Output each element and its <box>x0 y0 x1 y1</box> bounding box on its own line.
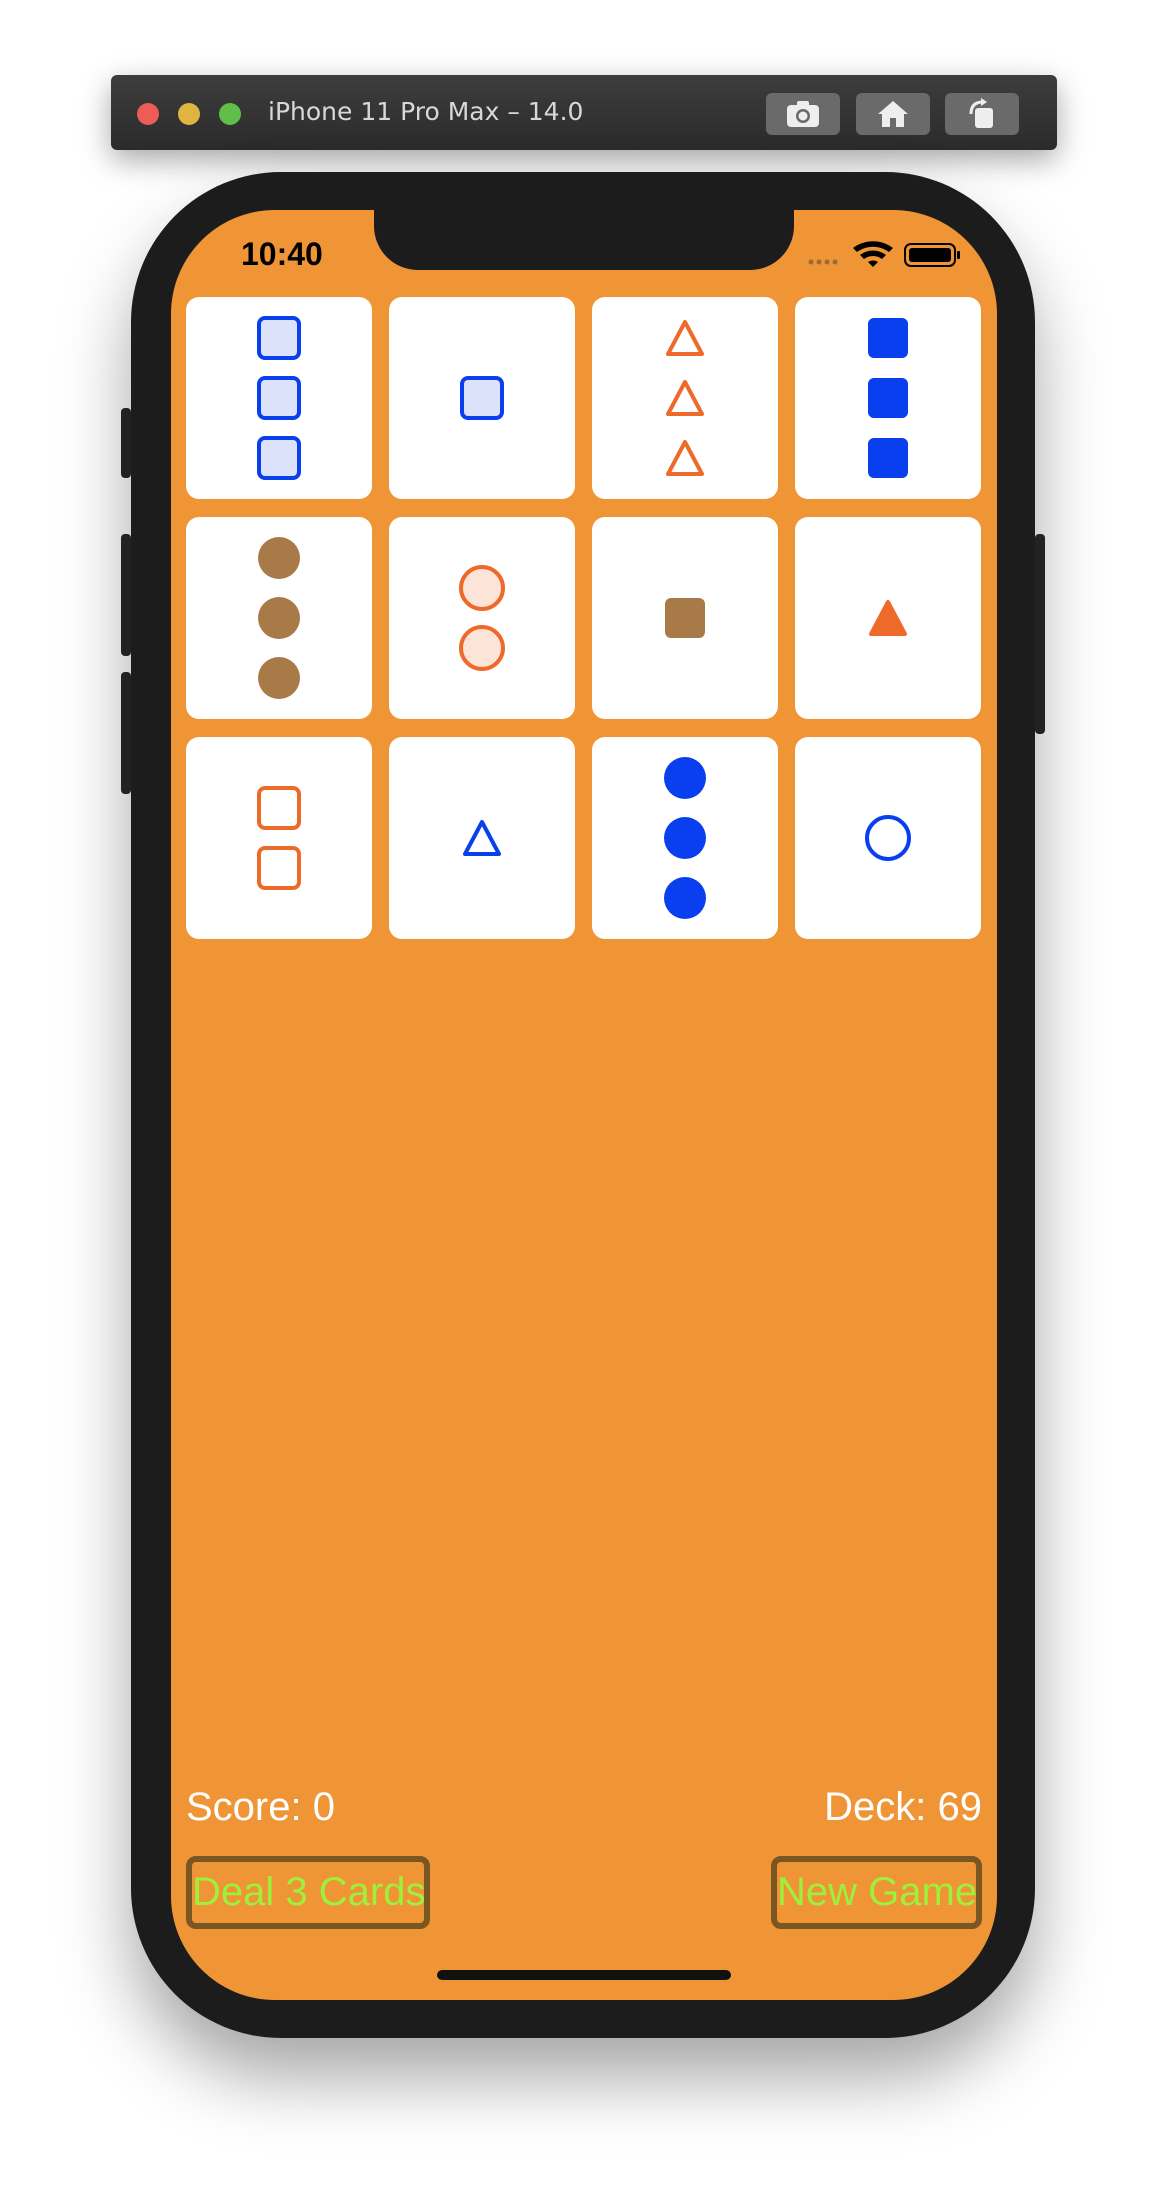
circle-symbol <box>459 625 505 671</box>
triangle-symbol <box>666 380 704 416</box>
status-icons <box>808 241 960 267</box>
triangle-symbol <box>463 820 501 856</box>
square-symbol-group <box>460 376 504 420</box>
silent-switch <box>121 408 131 478</box>
screenshot-button[interactable] <box>766 93 840 135</box>
app-screen: 10:40 Score: 0 Deck: 69 Deal 3 Cards New… <box>171 210 997 2000</box>
circle-symbol <box>258 597 300 639</box>
square-symbol <box>257 376 301 420</box>
home-icon <box>878 101 908 127</box>
set-card[interactable] <box>795 517 981 719</box>
volume-up-button <box>121 534 131 656</box>
set-card[interactable] <box>592 297 778 499</box>
circle-symbol <box>258 657 300 699</box>
circle-symbol <box>664 757 706 799</box>
square-symbol <box>257 316 301 360</box>
square-symbol-group <box>257 786 301 890</box>
square-symbol <box>868 438 908 478</box>
deal-3-cards-button[interactable]: Deal 3 Cards <box>186 1856 430 1929</box>
square-symbol-group <box>257 316 301 480</box>
circle-symbol-group <box>664 757 706 919</box>
circle-symbol <box>459 565 505 611</box>
battery-icon <box>904 243 960 267</box>
triangle-symbol <box>869 600 907 636</box>
deck-count-label: Deck: 69 <box>824 1785 982 1829</box>
rotate-button[interactable] <box>945 93 1019 135</box>
triangle-symbol <box>666 440 704 476</box>
square-symbol <box>868 378 908 418</box>
notch <box>374 210 794 270</box>
set-card[interactable] <box>592 737 778 939</box>
cellular-signal-icon <box>808 259 838 265</box>
triangle-symbol-group <box>666 320 704 476</box>
card-grid <box>186 297 982 939</box>
set-card[interactable] <box>592 517 778 719</box>
circle-symbol-group <box>258 537 300 699</box>
circle-symbol <box>664 877 706 919</box>
circle-symbol-group <box>865 815 911 861</box>
circle-symbol-group <box>459 565 505 671</box>
set-card[interactable] <box>389 297 575 499</box>
power-button <box>1035 534 1045 734</box>
set-card[interactable] <box>795 737 981 939</box>
circle-symbol <box>664 817 706 859</box>
simulator-title-bar: iPhone 11 Pro Max – 14.0 <box>111 75 1057 150</box>
square-symbol <box>665 598 705 638</box>
set-card[interactable] <box>795 297 981 499</box>
score-label: Score: 0 <box>186 1785 335 1829</box>
triangle-symbol-group <box>869 600 907 636</box>
set-card[interactable] <box>186 517 372 719</box>
iphone-frame: 10:40 Score: 0 Deck: 69 Deal 3 Cards New… <box>121 172 1045 2038</box>
square-symbol <box>257 786 301 830</box>
set-card[interactable] <box>186 737 372 939</box>
volume-down-button <box>121 672 131 794</box>
close-window-button[interactable] <box>137 103 159 125</box>
triangle-symbol-group <box>463 820 501 856</box>
square-symbol-group <box>868 318 908 478</box>
rotate-icon <box>969 98 993 128</box>
set-card[interactable] <box>186 297 372 499</box>
simulator-title: iPhone 11 Pro Max – 14.0 <box>268 97 584 126</box>
home-button[interactable] <box>856 93 930 135</box>
square-symbol <box>868 318 908 358</box>
status-time: 10:40 <box>241 236 323 272</box>
square-symbol <box>460 376 504 420</box>
home-indicator <box>437 1970 731 1980</box>
wifi-icon <box>853 241 893 267</box>
triangle-symbol <box>666 320 704 356</box>
set-card[interactable] <box>389 737 575 939</box>
square-symbol <box>257 436 301 480</box>
minimize-window-button[interactable] <box>178 103 200 125</box>
square-symbol-group <box>665 598 705 638</box>
new-game-button[interactable]: New Game <box>771 1856 982 1929</box>
set-card[interactable] <box>389 517 575 719</box>
circle-symbol <box>865 815 911 861</box>
square-symbol <box>257 846 301 890</box>
circle-symbol <box>258 537 300 579</box>
zoom-window-button[interactable] <box>219 103 241 125</box>
screenshot-icon <box>787 101 819 127</box>
